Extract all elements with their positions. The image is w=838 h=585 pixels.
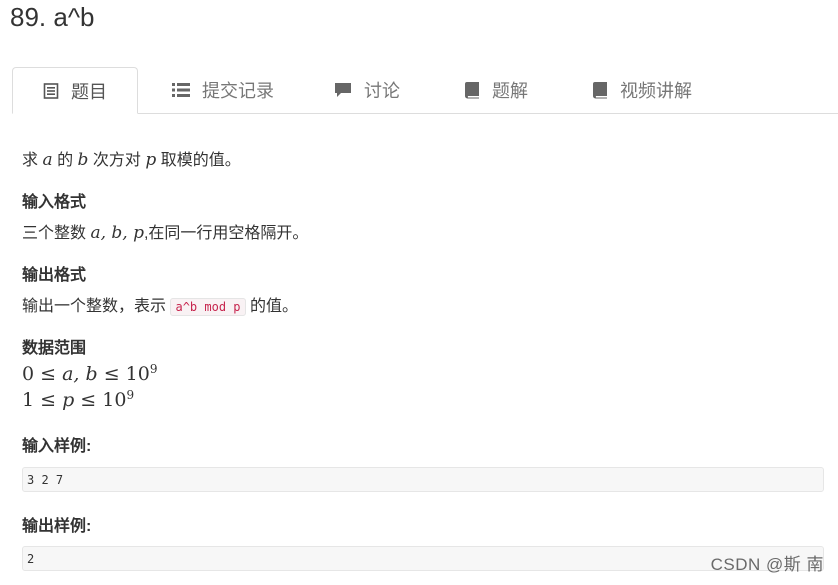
data-range-line-2: 1 ≤ p ≤ 109	[22, 388, 134, 411]
sample-input-block: 3 2 7	[22, 467, 824, 492]
tab-label: 题解	[492, 81, 528, 101]
document-icon	[43, 82, 59, 99]
math-var-b: b	[77, 150, 89, 170]
inline-code: a^b mod p	[170, 298, 246, 316]
output-format-text: 输出一个整数，表示 a^b mod p 的值。	[22, 292, 298, 316]
tab-label: 视频讲解	[620, 81, 692, 101]
tab-discussion[interactable]: 讨论	[334, 67, 400, 113]
math-text: 0 ≤	[22, 363, 63, 385]
data-range-line-1: 0 ≤ a, b ≤ 109	[22, 362, 158, 385]
math-text: ≤ 10	[97, 363, 150, 385]
statement-text: 取模的值。	[160, 152, 241, 169]
tab-submissions[interactable]: 提交记录	[172, 67, 274, 113]
book-icon	[592, 81, 608, 99]
book-icon	[464, 81, 480, 99]
sample-output-heading: 输出样例:	[22, 518, 92, 535]
watermark: CSDN @斯 南	[710, 555, 824, 574]
data-range-heading: 数据范围	[22, 340, 87, 357]
tab-label: 提交记录	[202, 81, 274, 101]
math-vars: a, b	[62, 363, 98, 385]
output-format-text-part: 输出一个整数，表示	[22, 298, 167, 315]
input-format-text-part: 三个整数	[22, 225, 87, 242]
statement-text: 求	[22, 152, 39, 169]
input-format-heading: 输入格式	[22, 194, 87, 211]
statement-text: 次方对	[92, 152, 141, 169]
chat-bubble-icon	[334, 82, 352, 98]
math-vars: a, b, p	[90, 223, 144, 243]
problem-statement: 求 a 的 b 次方对 p 取模的值。	[22, 146, 241, 170]
output-format-heading: 输出格式	[22, 267, 87, 284]
sample-input-heading: 输入样例:	[22, 438, 92, 455]
math-var-p: p	[62, 389, 75, 411]
math-text: ≤ 10	[74, 389, 127, 411]
tab-label: 讨论	[364, 81, 400, 101]
math-var-a: a	[42, 150, 53, 170]
sample-output-block: 2	[22, 546, 824, 571]
statement-text: 的	[57, 152, 74, 169]
math-exponent: 9	[149, 362, 158, 376]
math-var-p: p	[145, 150, 157, 170]
tab-problem[interactable]: 题目	[12, 67, 138, 114]
input-format-text: 三个整数 a, b, p,在同一行用空格隔开。	[22, 219, 308, 243]
output-format-text-part: 的值。	[249, 298, 298, 315]
tab-label: 题目	[71, 81, 107, 102]
math-text: 1 ≤	[22, 389, 63, 411]
math-exponent: 9	[126, 388, 135, 402]
tab-video-explanation[interactable]: 视频讲解	[592, 67, 692, 113]
problem-title: 89. a^b	[10, 2, 95, 32]
list-icon	[172, 82, 190, 98]
tab-solutions[interactable]: 题解	[464, 67, 528, 113]
input-format-text-part: ,在同一行用空格隔开。	[143, 225, 309, 242]
tab-bar: 题目 提交记录 讨论 题解 视频讲解	[12, 67, 838, 114]
